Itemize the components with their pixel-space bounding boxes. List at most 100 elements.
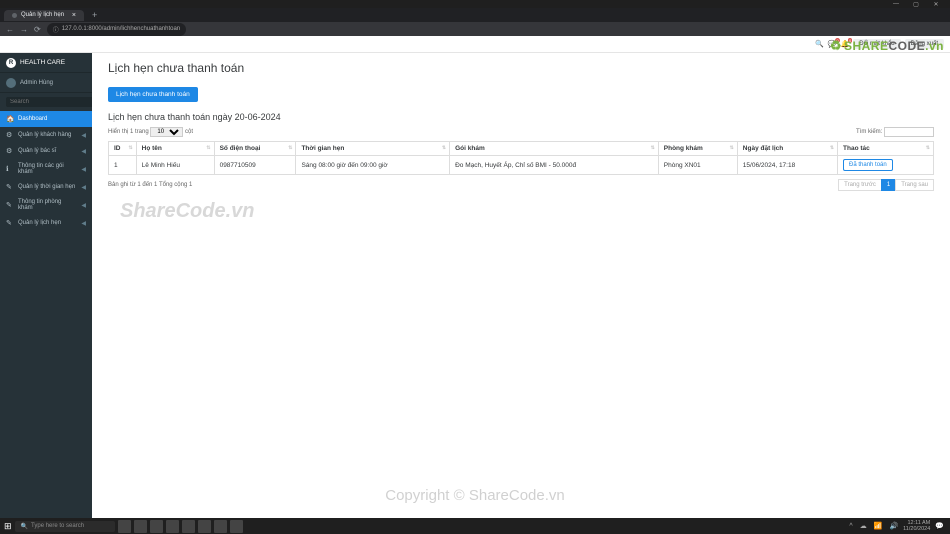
reload-button[interactable]: ⟳ [34,25,41,34]
browser-toolbar: ← → ⟳ ⓘ 127.0.0.1:8000/admin/lichhenchua… [0,22,950,36]
taskbar-app-7[interactable] [214,520,227,533]
action-button[interactable]: Đã thanh toán [843,159,893,171]
chevron-left-icon: ◀ [81,220,86,227]
taskbar-app-4[interactable] [166,520,179,533]
taskbar-search[interactable]: 🔍 Type here to search [15,521,115,532]
address-bar[interactable]: ⓘ 127.0.0.1:8000/admin/lichhenchuathanht… [47,23,186,36]
table-info: Bản ghi từ 1 đến 1 Tổng cộng 1 [108,182,192,188]
browser-tab[interactable]: Quản lý lịch hẹn × [4,10,84,21]
taskbar-app-2[interactable] [134,520,147,533]
start-button[interactable]: ⊞ [4,521,12,532]
clock[interactable]: 12:11 AM 11/20/2024 [903,520,930,532]
search-input[interactable] [6,97,92,107]
chevron-left-icon: ◀ [81,132,86,139]
favicon [12,13,17,18]
taskbar-app-5[interactable] [182,520,195,533]
column-header[interactable]: ID⇅ [109,142,137,156]
pager-prev[interactable]: Trang trước [838,179,882,191]
minimize-button[interactable]: — [886,1,906,7]
sort-icon: ⇅ [206,145,210,151]
column-header[interactable]: Ngày đặt lịch⇅ [737,142,837,156]
sidebar-item-4[interactable]: ✎Quản lý thời gian hẹn◀ [0,179,92,195]
sort-icon: ⇅ [651,145,655,151]
sidebar-item-6[interactable]: ✎Quản lý lịch hẹn◀ [0,215,92,231]
table-controls: Hiển thị 1 trang 10 cột Tìm kiếm: [108,127,934,137]
chevron-left-icon: ◀ [81,202,86,209]
sort-icon: ⇅ [730,145,734,151]
table-footer: Bản ghi từ 1 đến 1 Tổng cộng 1 Trang trư… [108,179,934,191]
column-header[interactable]: Thời gian hẹn⇅ [296,142,450,156]
sidebar-item-1[interactable]: ⚙Quản lý khách hàng◀ [0,127,92,143]
tray-cloud-icon[interactable]: ☁ [860,522,867,530]
sidebar-item-3[interactable]: ℹThông tin các gói khám◀ [0,159,92,179]
menu-icon: 🏠 [6,115,14,123]
filter-button[interactable]: Lịch hẹn chưa thanh toán [108,87,198,102]
close-button[interactable]: ✕ [926,1,946,8]
url-text: 127.0.0.1:8000/admin/lichhenchuathanhtoa… [62,26,180,32]
new-tab-button[interactable]: + [88,10,101,20]
user-name: Admin Hùng [20,80,53,86]
back-button[interactable]: ← [6,25,14,34]
sidebar-item-5[interactable]: ✎Thông tin phòng khám◀ [0,195,92,215]
tray-volume-icon[interactable]: 🔊 [889,522,898,530]
pagination: Trang trước 1 Trang sau [839,179,934,191]
sort-icon: ⇅ [128,145,132,151]
table-search-input[interactable] [884,127,934,137]
pager-page-1[interactable]: 1 [881,179,896,191]
site-info-icon: ⓘ [53,25,59,34]
cell-id: 1 [109,156,137,175]
menu-label: Quản lý khách hàng [18,132,77,138]
column-header[interactable]: Thao tác⇅ [838,142,934,156]
taskbar: ⊞ 🔍 Type here to search ^ ☁ 📶 🔊 12:11 AM… [0,518,950,534]
chevron-left-icon: ◀ [81,184,86,191]
tab-title: Quản lý lịch hẹn [21,12,64,18]
page-length-select[interactable]: 10 [150,127,183,137]
brand-name: HEALTH CARE [20,59,65,66]
table-row: 1 Lê Minh Hiếu 0987710509 Sáng 08:00 giờ… [109,156,934,175]
column-header[interactable]: Họ tên⇅ [136,142,214,156]
app-header: 🔍 💬0 🔔0 Đổi mật khẩu Đăng xuất [0,36,950,53]
sidebar-item-2[interactable]: ⚙Quản lý bác sĩ◀ [0,143,92,159]
recycle-icon: ♻ [830,38,842,54]
chevron-left-icon: ◀ [81,166,86,173]
column-header[interactable]: Gói khám⇅ [450,142,659,156]
brand[interactable]: R HEALTH CARE [0,53,92,73]
taskbar-app-8[interactable] [230,520,243,533]
tray-chevron[interactable]: ^ [849,523,852,530]
data-table: ID⇅Họ tên⇅Số điện thoại⇅Thời gian hẹn⇅Gó… [108,141,934,175]
tab-close-icon[interactable]: × [72,12,76,19]
main-content: Lịch hẹn chưa thanh toán Lịch hẹn chưa t… [92,53,950,518]
cell-package: Đo Mạch, Huyết Áp, Chỉ số BMI - 50.000đ [450,156,659,175]
sidebar-item-0[interactable]: 🏠 Dashboard [0,111,92,127]
column-header[interactable]: Phòng khám⇅ [658,142,737,156]
cell-phone: 0987710509 [214,156,296,175]
user-panel[interactable]: Admin Hùng [0,73,92,93]
menu-icon: ℹ [6,165,14,173]
sidebar-search: 🔍 [0,93,92,111]
taskbar-app-1[interactable] [118,520,131,533]
chevron-left-icon: ◀ [81,148,86,155]
menu-icon: ✎ [6,183,14,191]
browser-tab-strip: Quản lý lịch hẹn × + [0,8,950,22]
table-search: Tìm kiếm: [856,127,934,137]
avatar [6,78,16,88]
tray-notifications-icon[interactable]: 💬 [935,522,944,530]
page-title: Lịch hẹn chưa thanh toán [108,61,934,75]
menu-icon: ✎ [6,219,14,227]
search-icon: 🔍 [21,523,28,530]
search-icon[interactable]: 🔍 [815,40,824,48]
tray-wifi-icon[interactable]: 📶 [874,522,883,530]
pager-next[interactable]: Trang sau [895,179,934,191]
taskbar-app-3[interactable] [150,520,163,533]
taskbar-app-6[interactable] [198,520,211,533]
watermark-center: ShareCode.vn [120,200,254,223]
forward-button[interactable]: → [20,25,28,34]
maximize-button[interactable]: ▢ [906,1,926,8]
subtitle: Lịch hẹn chưa thanh toán ngày 20-06-2024 [108,112,934,122]
column-header[interactable]: Số điện thoại⇅ [214,142,296,156]
menu-label: Dashboard [18,116,86,122]
brand-logo: R [6,58,16,68]
menu-icon: ⚙ [6,147,14,155]
page-length: Hiển thị 1 trang 10 cột [108,127,193,137]
sidebar: R HEALTH CARE Admin Hùng 🔍 🏠Dashboard⚙Qu… [0,53,92,518]
